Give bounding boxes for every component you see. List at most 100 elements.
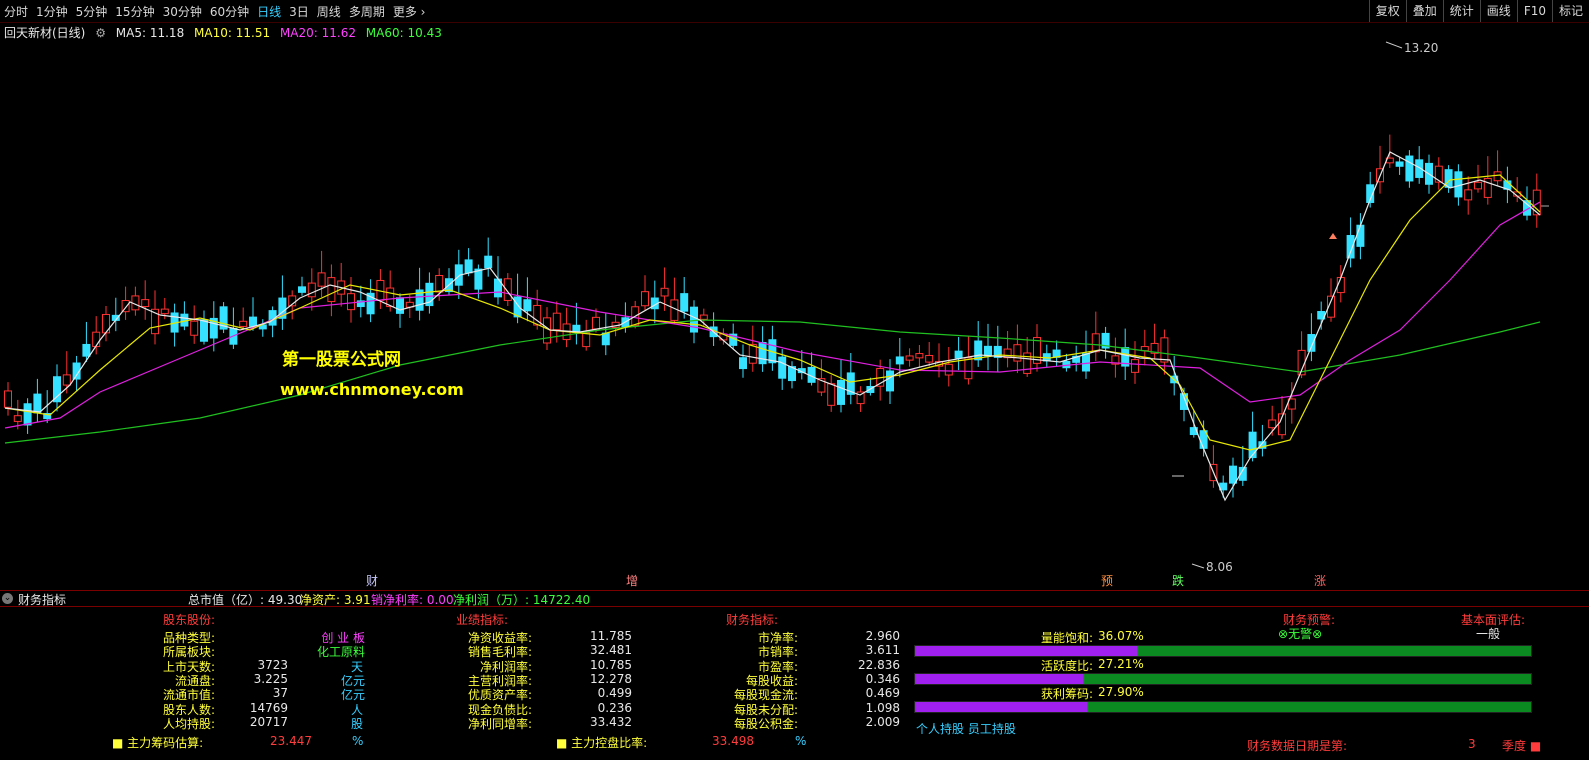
valuation-value: 22.836 (858, 657, 900, 672)
tab-fenshi[interactable]: 分时 (0, 3, 32, 20)
event-marker-zhang[interactable]: 涨 (1314, 573, 1326, 588)
main-chip-value: 23.447 (270, 734, 312, 748)
high-pointer (1385, 41, 1403, 49)
candle-body (690, 306, 698, 333)
event-marker-yu[interactable]: 预 (1101, 574, 1113, 588)
tab-daily[interactable]: 日线 (253, 3, 285, 20)
warning-status: ⊗无警⊗ (1278, 627, 1323, 641)
candle-body (601, 332, 610, 346)
candle-body (1493, 171, 1502, 182)
candle-body (141, 299, 150, 308)
tab-30min[interactable]: 30分钟 (159, 3, 206, 20)
performance-value: 0.499 (597, 686, 632, 701)
tab-multi-period[interactable]: 多周期 (345, 3, 389, 20)
event-marker-cai[interactable]: 财 (366, 574, 378, 588)
shareholder-value: 14769 (230, 701, 365, 715)
indicator-bar (914, 701, 1532, 713)
indicator-label: 获利筹码: (1040, 687, 1093, 701)
mark-button[interactable]: 标记 (1551, 0, 1589, 22)
performance-value: 11.785 (590, 629, 632, 643)
eval-value: 一般 (1476, 627, 1501, 641)
shareholder-value: 3723 (230, 658, 365, 672)
stats-button[interactable]: 统计 (1442, 0, 1480, 22)
candle-body (592, 316, 600, 330)
candle-body (200, 319, 208, 342)
candle-body (748, 343, 757, 364)
candle-body (1131, 359, 1139, 373)
tab-more[interactable]: 更多 › (389, 3, 430, 20)
main-control-label: 主力控盘比率: (571, 736, 648, 750)
warning-value: 无警 (1288, 627, 1313, 641)
event-markers: 财 增 预 跌 涨 (366, 573, 1326, 588)
candles (4, 134, 1541, 498)
overlay-button[interactable]: 叠加 (1405, 0, 1443, 22)
tab-weekly[interactable]: 周线 (313, 3, 345, 20)
performance-value: 12.278 (590, 671, 632, 686)
financial-header: ⌄ 财务指标 总市值（亿）: 49.30 净资产: 3.91 销净利率: 0.0… (0, 590, 1589, 607)
main-chip-label: 主力筹码估算: (127, 736, 204, 750)
performance-value: 32.481 (590, 643, 632, 658)
candle-body (503, 278, 512, 301)
tab-1min[interactable]: 1分钟 (32, 3, 72, 20)
toolbar-right-group: 复权 叠加 统计 画线 F10 标记 (1368, 0, 1589, 22)
main-control-unit: % (795, 734, 807, 748)
main-chip-unit: % (352, 734, 364, 748)
candle-body (435, 275, 444, 293)
performance-value: 33.432 (590, 714, 632, 729)
candle-body (474, 268, 483, 290)
valuation-value: 0.469 (865, 686, 900, 701)
tab-3day[interactable]: 3日 (285, 3, 313, 20)
main-control-value: 33.498 (712, 734, 754, 748)
draw-line-button[interactable]: 画线 (1479, 0, 1517, 22)
shareholder-value-text: 3.225 (253, 671, 288, 686)
collapse-circle-icon[interactable]: ⌄ (2, 591, 16, 605)
ma10-value: MA10: 11.51 (194, 26, 271, 40)
tab-5min[interactable]: 5分钟 (72, 3, 112, 20)
candle-body (827, 383, 836, 406)
candle-body (1268, 419, 1277, 429)
tab-60min[interactable]: 60分钟 (206, 3, 253, 20)
candle-body (582, 332, 591, 348)
period-toolbar: 分时 1分钟 5分钟 15分钟 30分钟 60分钟 日线 3日 周线 多周期 更… (0, 0, 1589, 23)
candle-body (1356, 224, 1365, 247)
candle-body (837, 379, 845, 405)
candle-body (905, 355, 914, 361)
ma-legend: 回天新材(日线) ⚙ MA5: 11.18 MA10: 11.51 MA20: … (4, 24, 448, 40)
sec-performance-title: 业绩指标: (456, 613, 509, 627)
indicator-value: 27.90% (1098, 685, 1144, 699)
candle-body (1464, 189, 1473, 201)
up-arrow-icon (1329, 233, 1337, 239)
settings-circle-icon[interactable]: ⚙ (95, 26, 106, 40)
holdings-tabs[interactable]: 个人持股 员工持股 (916, 720, 1016, 737)
high-label: 13.20 (1404, 41, 1438, 55)
candle-body (1434, 165, 1443, 183)
shareholder-value-text: 37 (272, 686, 288, 701)
candle-body (680, 293, 689, 312)
indicator-bar-fill (915, 646, 1138, 656)
candle-body (895, 356, 904, 365)
indicator-value: 27.21% (1098, 657, 1144, 671)
valuation-label: 每股公积金: (733, 716, 798, 731)
performance-value: 10.785 (590, 657, 632, 672)
candle-body (347, 293, 355, 311)
candle-body (82, 343, 91, 357)
candle-body (523, 299, 532, 312)
stock-title: 回天新材(日线) (4, 26, 86, 40)
candle-body (915, 353, 924, 359)
f10-button[interactable]: F10 (1516, 0, 1552, 22)
candle-body (758, 341, 767, 365)
main-chip-estimate: ■ 主力筹码估算: (112, 736, 204, 750)
candle-body (1013, 344, 1022, 362)
ma10-line (4, 174, 1541, 451)
fuquan-button[interactable]: 复权 (1368, 0, 1406, 22)
sec-financial-title: 财务指标: (726, 613, 779, 627)
candle-body (92, 331, 101, 348)
event-marker-zeng[interactable]: 增 (626, 574, 638, 588)
candle-body (396, 297, 404, 314)
candle-body (1395, 161, 1404, 167)
low-label: 8.06 (1206, 560, 1233, 574)
event-marker-die[interactable]: 跌 (1172, 573, 1184, 588)
tab-15min[interactable]: 15分钟 (111, 3, 158, 20)
candle-body (1454, 171, 1463, 198)
kline-chart[interactable]: 13.20 8.06 财 增 预 跌 涨 (0, 40, 1589, 589)
